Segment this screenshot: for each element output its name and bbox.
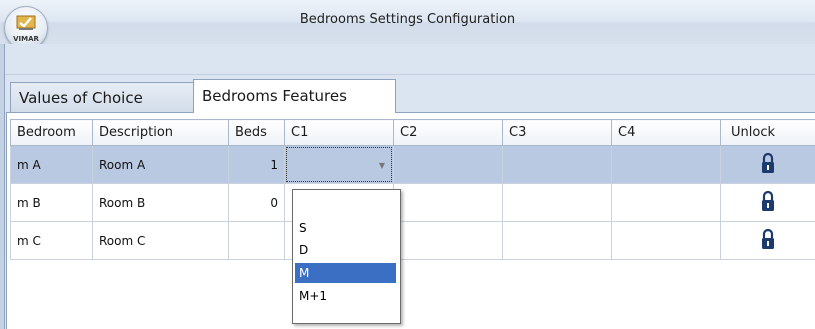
bedrooms-table: Bedroom Description Beds C1 C2 C3 C4 Unl…	[10, 119, 815, 260]
window-title: Bedrooms Settings Configuration	[299, 12, 516, 27]
dropdown-option-m-plus-1[interactable]: M+1	[295, 286, 396, 306]
cell-c3[interactable]	[502, 221, 612, 260]
unlock-icon[interactable]	[761, 228, 775, 250]
vimar-logo-icon	[16, 15, 36, 30]
column-header-bedroom[interactable]: Bedroom	[10, 119, 93, 146]
cell-bedroom[interactable]: m B	[10, 183, 93, 222]
cell-unlock[interactable]	[720, 183, 815, 222]
dropdown-option-d[interactable]: D	[295, 240, 396, 260]
column-header-unlock[interactable]: Unlock	[720, 119, 815, 146]
table-row[interactable]: m B Room B 0	[10, 183, 815, 222]
column-header-beds[interactable]: Beds	[228, 119, 285, 146]
cell-c1-combo[interactable]: ▼	[284, 145, 394, 184]
cell-beds[interactable]: 1	[228, 145, 285, 184]
cell-c3[interactable]	[502, 145, 612, 184]
dropdown-option-m[interactable]: M	[295, 263, 396, 283]
column-header-description[interactable]: Description	[92, 119, 229, 146]
dropdown-option-empty[interactable]	[295, 196, 396, 216]
cell-c2[interactable]	[393, 221, 503, 260]
cell-c4[interactable]	[611, 183, 721, 222]
cell-unlock[interactable]	[720, 145, 815, 184]
column-header-c1[interactable]: C1	[284, 119, 394, 146]
cell-bedroom[interactable]: m A	[10, 145, 93, 184]
c1-dropdown-list[interactable]: S D M M+1	[292, 189, 401, 324]
table-header-row: Bedroom Description Beds C1 C2 C3 C4 Unl…	[10, 119, 815, 146]
cell-description[interactable]: Room A	[92, 145, 229, 184]
window-frame-left	[0, 44, 5, 329]
column-header-c3[interactable]: C3	[502, 119, 612, 146]
cell-unlock[interactable]	[720, 221, 815, 260]
toolbar-band	[0, 44, 815, 75]
cell-bedroom[interactable]: m C	[10, 221, 93, 260]
tab-values-of-choice[interactable]: Values of Choice	[10, 82, 198, 113]
cell-beds[interactable]: 0	[228, 183, 285, 222]
dropdown-option-s[interactable]: S	[295, 218, 396, 238]
column-header-c4[interactable]: C4	[611, 119, 721, 146]
c1-combobox[interactable]: ▼	[286, 147, 392, 182]
column-header-c2[interactable]: C2	[393, 119, 503, 146]
cell-description[interactable]: Room B	[92, 183, 229, 222]
tab-bedrooms-features[interactable]: Bedrooms Features	[193, 79, 396, 113]
cell-beds[interactable]	[228, 221, 285, 260]
logo-text: VIMAR	[13, 35, 39, 43]
cell-c4[interactable]	[611, 221, 721, 260]
cell-c4[interactable]	[611, 145, 721, 184]
table-row[interactable]: m A Room A 1 ▼	[10, 145, 815, 184]
app-window: Bedrooms Settings Configuration VIMAR Va…	[0, 0, 815, 329]
unlock-icon[interactable]	[761, 152, 775, 174]
chevron-down-icon[interactable]: ▼	[379, 161, 385, 170]
cell-c2[interactable]	[393, 145, 503, 184]
table-row[interactable]: m C Room C	[10, 221, 815, 260]
title-bar: Bedrooms Settings Configuration	[0, 0, 815, 44]
cell-description[interactable]: Room C	[92, 221, 229, 260]
cell-c2[interactable]	[393, 183, 503, 222]
cell-c3[interactable]	[502, 183, 612, 222]
unlock-icon[interactable]	[761, 190, 775, 212]
